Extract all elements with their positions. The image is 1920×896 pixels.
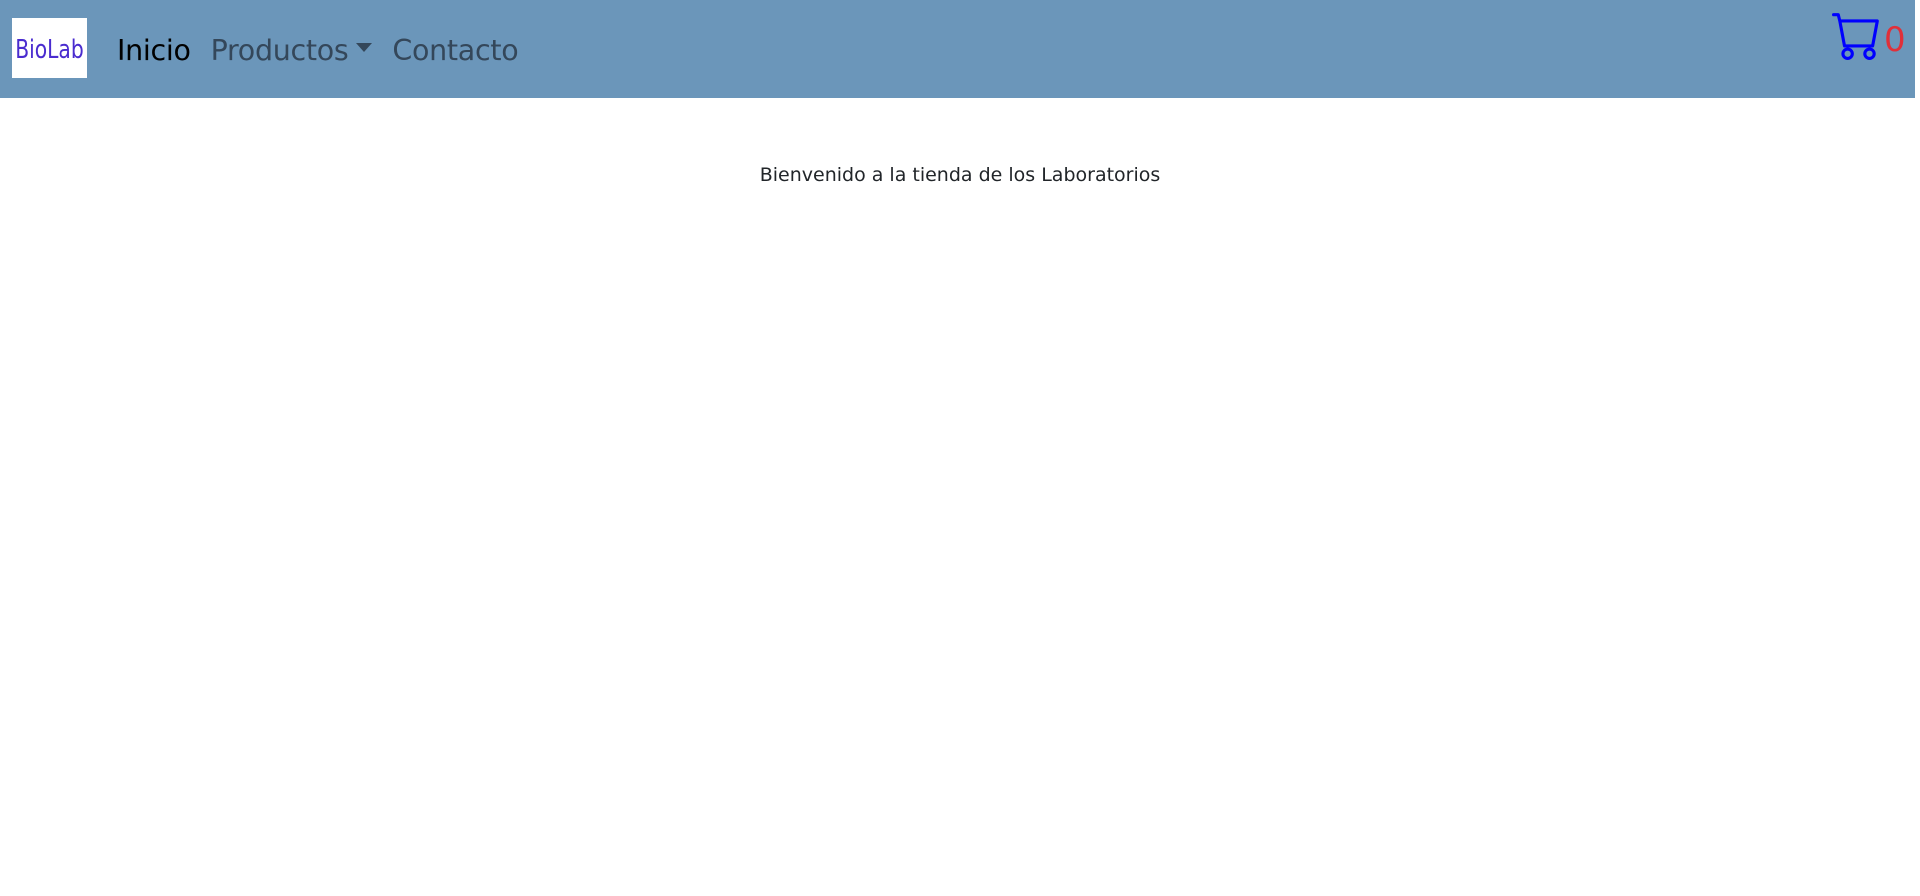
nav-link-inicio[interactable]: Inicio (117, 32, 191, 67)
shopping-cart-icon (1832, 13, 1879, 60)
biolab-logo-image: BioLab (15, 35, 84, 65)
cart-button[interactable]: 0 (1832, 10, 1906, 60)
nav-links: Inicio Productos Contacto (117, 0, 538, 98)
page: BioLab Inicio Productos Contacto 0 Bienv… (0, 0, 1920, 896)
brand-logo[interactable]: BioLab (12, 18, 87, 78)
caret-down-icon (356, 42, 373, 52)
cart-count-badge: 0 (1884, 20, 1906, 60)
nav-link-contacto-label: Contacto (392, 33, 519, 67)
nav-link-productos-dropdown[interactable]: Productos (211, 32, 373, 67)
welcome-message: Bienvenido a la tienda de los Laboratori… (759, 164, 1161, 186)
nav-link-inicio-label: Inicio (117, 33, 191, 67)
logo-text: BioLab (15, 35, 84, 65)
navbar: BioLab Inicio Productos Contacto 0 (0, 0, 1915, 98)
nav-link-productos-label: Productos (210, 33, 349, 67)
nav-link-contacto[interactable]: Contacto (392, 32, 518, 67)
